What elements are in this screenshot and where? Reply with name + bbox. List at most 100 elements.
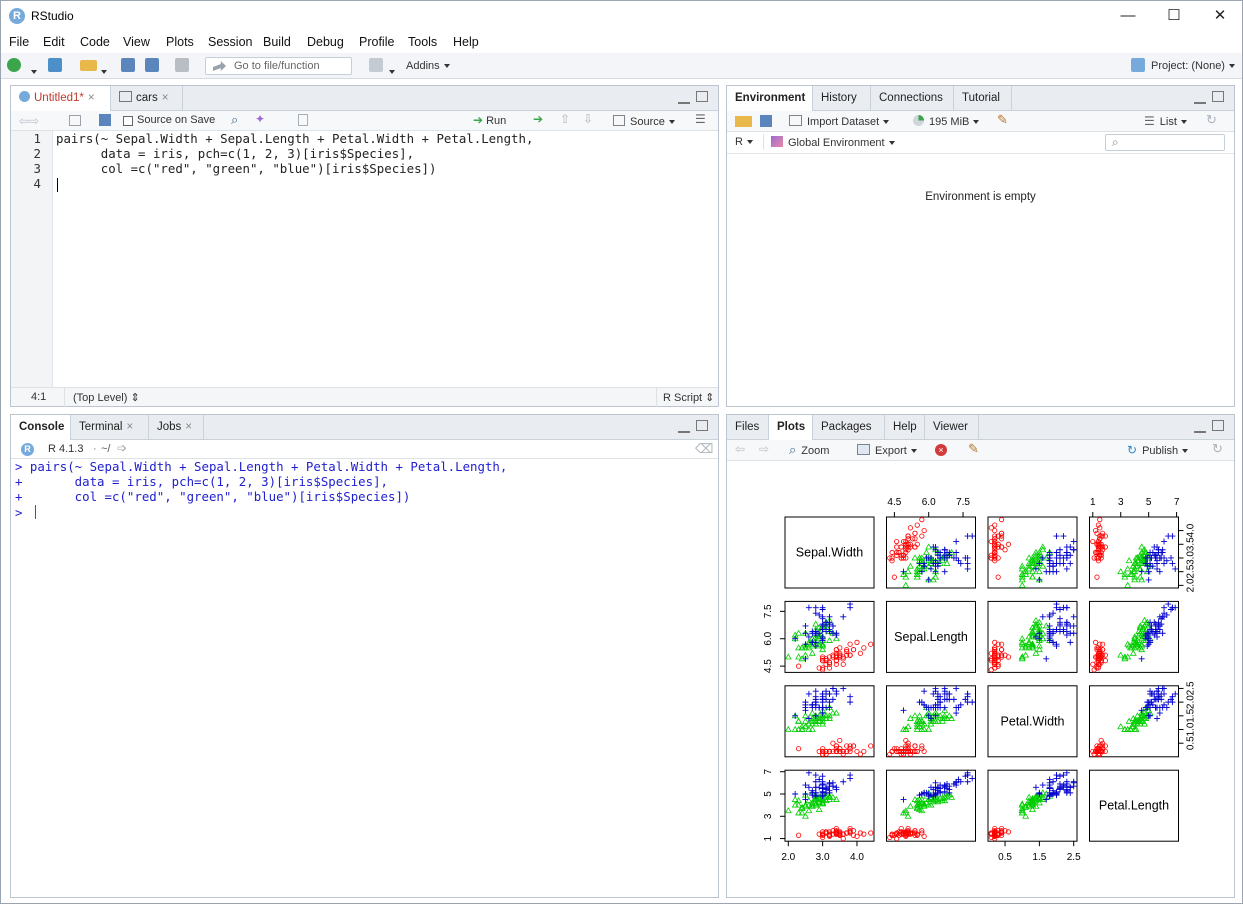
menu-plots[interactable]: Plots — [166, 35, 194, 49]
previous-plot-icon[interactable]: ⇦ — [735, 442, 745, 456]
tab-cars[interactable]: cars × — [111, 86, 183, 110]
import-dataset-button[interactable]: Import Dataset — [789, 114, 890, 128]
project-menu[interactable]: Project: (None) — [1151, 60, 1235, 72]
tab-history[interactable]: History — [813, 86, 871, 110]
layout-dropdown-icon[interactable] — [389, 64, 395, 78]
clear-workspace-icon[interactable]: ✎ — [997, 112, 1008, 128]
source-on-save-checkbox[interactable] — [123, 116, 133, 126]
new-file-icon[interactable] — [7, 58, 21, 72]
point-setosa — [1102, 533, 1108, 539]
point-setosa — [868, 830, 874, 836]
menu-edit[interactable]: Edit — [43, 35, 65, 49]
zoom-button[interactable]: ⌕ Zoom — [789, 442, 829, 458]
clear-plots-icon[interactable]: ✎ — [968, 441, 979, 457]
menu-build[interactable]: Build — [263, 35, 291, 49]
refresh-icon[interactable]: ↻ — [1206, 112, 1217, 128]
code-editor[interactable]: pairs(~ Sepal.Width + Sepal.Length + Pet… — [56, 131, 716, 387]
compile-report-icon[interactable] — [298, 114, 308, 126]
run-button[interactable]: ➔ Run — [473, 113, 506, 127]
language-selector[interactable]: R — [735, 136, 753, 148]
remove-plot-icon[interactable]: × — [935, 444, 947, 456]
menu-tools[interactable]: Tools — [408, 35, 437, 49]
menu-help[interactable]: Help — [453, 35, 479, 49]
tick-label: 1.5 — [1032, 852, 1046, 863]
next-plot-icon[interactable]: ⇨ — [759, 442, 769, 456]
point-virginica — [840, 685, 847, 692]
tab-close-icon[interactable]: × — [126, 421, 133, 433]
show-in-window-icon[interactable] — [69, 115, 81, 126]
menu-code[interactable]: Code — [80, 35, 110, 49]
maximize-pane-icon[interactable] — [1212, 420, 1224, 431]
maximize-button[interactable]: ☐ — [1151, 1, 1197, 31]
tab-viewer[interactable]: Viewer — [925, 415, 979, 439]
file-type-selector[interactable]: R Script ⇕ — [663, 391, 714, 404]
new-file-dropdown-icon[interactable] — [31, 64, 37, 78]
tab-jobs[interactable]: Jobs × — [149, 415, 204, 439]
maximize-pane-icon[interactable] — [696, 91, 708, 102]
minimize-button[interactable]: — — [1105, 1, 1151, 31]
tab-terminal[interactable]: Terminal × — [71, 415, 149, 439]
find-icon[interactable]: ⌕ — [231, 112, 238, 128]
tab-packages[interactable]: Packages — [813, 415, 885, 439]
outline-icon[interactable]: ☰ — [695, 112, 706, 126]
rerun-icon[interactable]: ➔ — [533, 112, 543, 126]
minimize-pane-icon[interactable] — [678, 95, 690, 104]
tab-untitled1[interactable]: Untitled1* × — [11, 86, 111, 111]
scope-selector[interactable]: (Top Level) ⇕ — [73, 391, 140, 404]
tick-label: 3 — [1118, 497, 1124, 508]
clear-console-icon[interactable]: ⌫ — [695, 441, 713, 457]
refresh-plot-icon[interactable]: ↻ — [1212, 441, 1223, 457]
close-button[interactable]: ✕ — [1197, 1, 1243, 31]
print-icon[interactable] — [175, 58, 189, 72]
go-up-icon[interactable]: ⇧ — [560, 112, 570, 126]
point-versicolor — [906, 802, 914, 809]
goto-file-input[interactable]: Go to file/function — [205, 57, 352, 75]
save-icon[interactable] — [121, 58, 135, 72]
plots-toolbar: ⇦ ⇨ ⌕ Zoom Export × ✎ ↻ Publish ↻ — [727, 440, 1234, 461]
menu-file[interactable]: File — [9, 35, 29, 49]
menu-debug[interactable]: Debug — [307, 35, 344, 49]
code-tools-icon[interactable]: ✦ — [255, 112, 265, 126]
menu-view[interactable]: View — [123, 35, 150, 49]
tab-close-icon[interactable]: × — [162, 92, 169, 104]
tab-close-icon[interactable]: × — [88, 92, 95, 104]
save-workspace-icon[interactable] — [760, 115, 772, 127]
menu-profile[interactable]: Profile — [359, 35, 394, 49]
minimize-pane-icon[interactable] — [678, 424, 690, 433]
source-button[interactable]: Source — [613, 114, 675, 128]
maximize-pane-icon[interactable] — [696, 420, 708, 431]
new-project-icon[interactable] — [48, 58, 62, 72]
export-button[interactable]: Export — [857, 443, 917, 457]
save-all-icon[interactable] — [145, 58, 159, 72]
minimize-pane-icon[interactable] — [1194, 95, 1206, 104]
tab-help[interactable]: Help — [885, 415, 925, 439]
menu-session[interactable]: Session — [208, 35, 252, 49]
maximize-pane-icon[interactable] — [1212, 91, 1224, 102]
back-icon[interactable]: ⇦⇨ — [19, 114, 39, 128]
go-to-directory-icon[interactable]: ➩ — [117, 441, 127, 455]
console-output[interactable]: > pairs(~ Sepal.Width + Sepal.Length + P… — [15, 459, 715, 895]
tab-plots[interactable]: Plots — [769, 415, 813, 440]
save-file-icon[interactable] — [99, 114, 111, 126]
open-recent-dropdown-icon[interactable] — [101, 64, 107, 78]
addins-menu[interactable]: Addins — [406, 60, 450, 72]
memory-usage-button[interactable]: 195 MiB — [913, 114, 980, 128]
tab-environment[interactable]: Environment — [727, 86, 813, 111]
grid-layout-icon[interactable] — [369, 58, 383, 72]
minimize-pane-icon[interactable] — [1194, 424, 1206, 433]
tick-label: 1 — [763, 835, 774, 841]
go-down-icon[interactable]: ⇩ — [583, 112, 593, 126]
tab-console[interactable]: Console — [11, 415, 71, 440]
scope-dropdown[interactable]: Global Environment — [771, 136, 895, 149]
open-file-icon[interactable] — [80, 60, 97, 71]
environment-search-input[interactable]: ⌕ — [1105, 134, 1225, 151]
point-virginica — [1138, 568, 1145, 575]
tab-connections[interactable]: Connections — [871, 86, 954, 110]
tab-close-icon[interactable]: × — [185, 421, 192, 433]
tab-files[interactable]: Files — [727, 415, 769, 439]
working-directory[interactable]: ~/ — [101, 443, 110, 455]
load-workspace-icon[interactable] — [735, 116, 752, 127]
tab-tutorial[interactable]: Tutorial — [954, 86, 1012, 110]
publish-button[interactable]: ↻ Publish — [1127, 443, 1189, 457]
view-mode-button[interactable]: ☰ List — [1144, 114, 1187, 128]
